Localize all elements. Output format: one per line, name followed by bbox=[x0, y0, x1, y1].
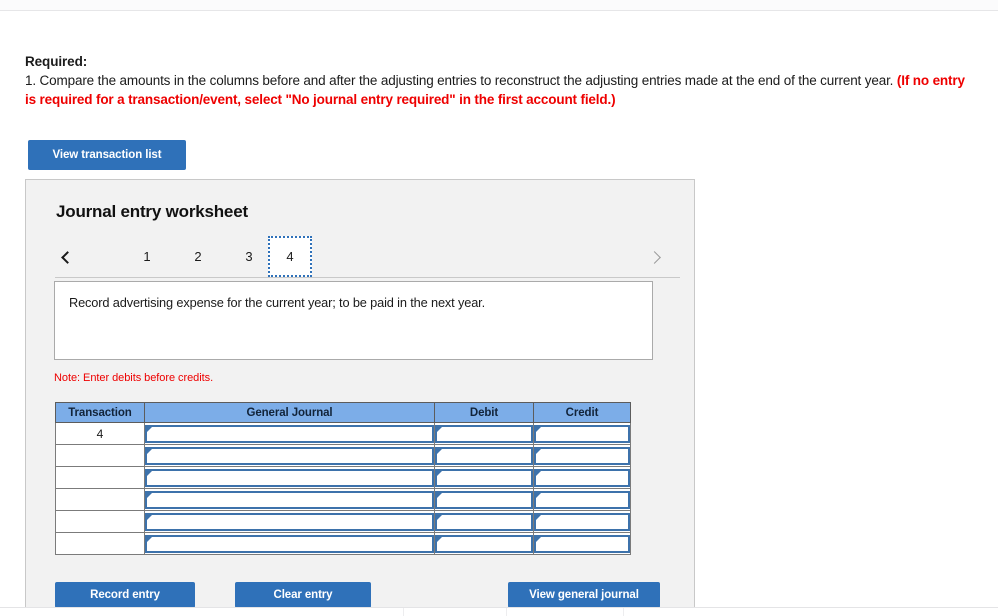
chevron-left-icon[interactable] bbox=[55, 243, 77, 271]
table-row bbox=[55, 466, 631, 489]
credit-amount-input[interactable] bbox=[534, 424, 630, 443]
transaction-number-cell bbox=[55, 532, 145, 555]
chevron-right-icon[interactable] bbox=[645, 243, 667, 271]
credit-cell[interactable] bbox=[533, 532, 631, 555]
record-entry-button[interactable]: Record entry bbox=[55, 582, 195, 608]
debit-cell[interactable] bbox=[434, 466, 534, 489]
column-header-debit: Debit bbox=[434, 402, 534, 423]
transaction-number-cell bbox=[55, 510, 145, 533]
worksheet-tabs: 1 2 3 4 bbox=[55, 236, 667, 281]
required-heading: Required: bbox=[25, 54, 88, 69]
debit-amount-input[interactable] bbox=[435, 446, 533, 465]
worksheet-tab-2[interactable]: 2 bbox=[176, 236, 220, 277]
debit-cell[interactable] bbox=[434, 444, 534, 467]
page-footer-strip bbox=[0, 607, 998, 616]
debit-amount-input[interactable] bbox=[435, 490, 533, 509]
view-general-journal-button[interactable]: View general journal bbox=[508, 582, 660, 608]
general-journal-cell[interactable] bbox=[144, 422, 435, 445]
column-header-general-journal: General Journal bbox=[144, 402, 435, 423]
credit-amount-input[interactable] bbox=[534, 512, 630, 531]
transaction-number-cell bbox=[55, 444, 145, 467]
worksheet-tab-1[interactable]: 1 bbox=[125, 236, 169, 277]
account-select-input[interactable] bbox=[145, 446, 434, 465]
credit-cell[interactable] bbox=[533, 510, 631, 533]
transaction-number-cell: 4 bbox=[55, 422, 145, 445]
column-header-transaction: Transaction bbox=[55, 402, 145, 423]
credit-cell[interactable] bbox=[533, 444, 631, 467]
general-journal-table: Transaction General Journal Debit Credit… bbox=[55, 402, 631, 555]
debits-before-credits-note: Note: Enter debits before credits. bbox=[54, 372, 214, 384]
table-row bbox=[55, 532, 631, 555]
account-select-input[interactable] bbox=[145, 490, 434, 509]
required-instructions: Required: 1. Compare the amounts in the … bbox=[25, 52, 975, 109]
table-row bbox=[55, 488, 631, 511]
account-select-input[interactable] bbox=[145, 512, 434, 531]
credit-cell[interactable] bbox=[533, 422, 631, 445]
footer-divider bbox=[506, 608, 507, 616]
table-row bbox=[55, 444, 631, 467]
worksheet-tab-4[interactable]: 4 bbox=[268, 236, 312, 277]
account-select-input[interactable] bbox=[145, 424, 434, 443]
credit-amount-input[interactable] bbox=[534, 534, 630, 553]
debit-amount-input[interactable] bbox=[435, 424, 533, 443]
worksheet-tab-3[interactable]: 3 bbox=[227, 236, 271, 277]
footer-divider bbox=[403, 608, 404, 616]
credit-cell[interactable] bbox=[533, 466, 631, 489]
account-select-input[interactable] bbox=[145, 534, 434, 553]
general-journal-cell[interactable] bbox=[144, 444, 435, 467]
transaction-number-cell bbox=[55, 466, 145, 489]
page-root: Required: 1. Compare the amounts in the … bbox=[0, 0, 998, 616]
clear-entry-button[interactable]: Clear entry bbox=[235, 582, 371, 608]
table-header-row: Transaction General Journal Debit Credit bbox=[55, 402, 631, 423]
general-journal-cell[interactable] bbox=[144, 488, 435, 511]
debit-cell[interactable] bbox=[434, 510, 534, 533]
column-header-credit: Credit bbox=[533, 402, 631, 423]
account-select-input[interactable] bbox=[145, 468, 434, 487]
general-journal-cell[interactable] bbox=[144, 466, 435, 489]
debit-cell[interactable] bbox=[434, 422, 534, 445]
general-journal-cell[interactable] bbox=[144, 532, 435, 555]
view-transaction-list-button[interactable]: View transaction list bbox=[28, 140, 186, 170]
debit-cell[interactable] bbox=[434, 532, 534, 555]
transaction-number-cell bbox=[55, 488, 145, 511]
required-text: 1. Compare the amounts in the columns be… bbox=[25, 71, 975, 109]
transaction-description-box: Record advertising expense for the curre… bbox=[54, 281, 653, 360]
required-line1: 1. Compare the amounts in the columns be… bbox=[25, 73, 894, 88]
debit-amount-input[interactable] bbox=[435, 468, 533, 487]
top-browser-strip bbox=[0, 0, 998, 11]
transaction-description-text: Record advertising expense for the curre… bbox=[69, 295, 485, 310]
credit-amount-input[interactable] bbox=[534, 490, 630, 509]
general-journal-cell[interactable] bbox=[144, 510, 435, 533]
credit-amount-input[interactable] bbox=[534, 468, 630, 487]
footer-divider bbox=[623, 608, 624, 616]
debit-cell[interactable] bbox=[434, 488, 534, 511]
table-row: 4 bbox=[55, 422, 631, 445]
credit-cell[interactable] bbox=[533, 488, 631, 511]
credit-amount-input[interactable] bbox=[534, 446, 630, 465]
table-row bbox=[55, 510, 631, 533]
debit-amount-input[interactable] bbox=[435, 534, 533, 553]
tabs-underline bbox=[55, 277, 680, 278]
worksheet-title: Journal entry worksheet bbox=[56, 202, 248, 221]
debit-amount-input[interactable] bbox=[435, 512, 533, 531]
